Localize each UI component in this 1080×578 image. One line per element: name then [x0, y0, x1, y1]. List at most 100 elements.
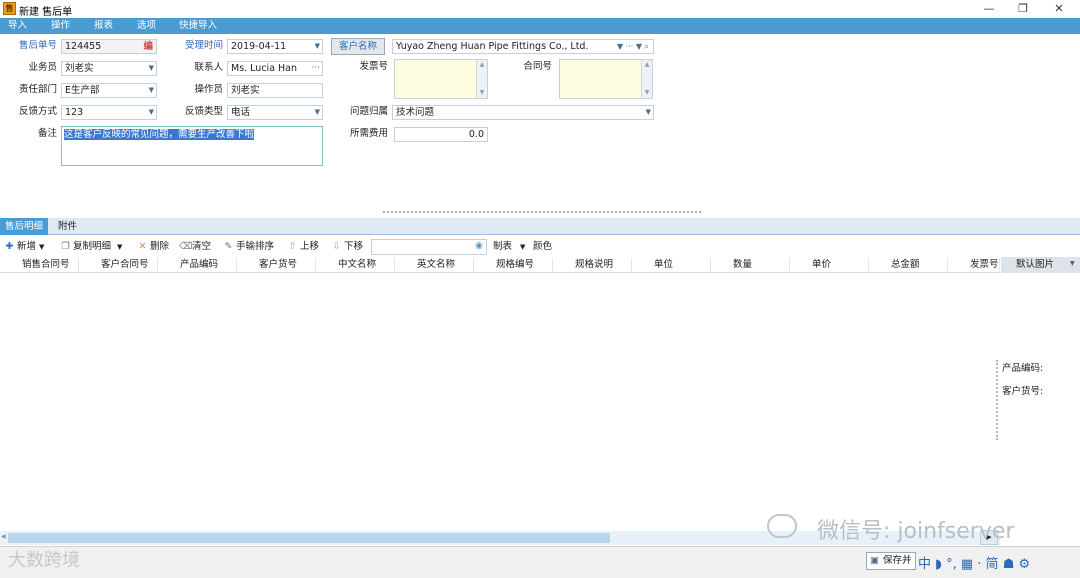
- manual-sort-button[interactable]: ✎ 手输排序: [223, 240, 275, 254]
- title-bar: [0, 0, 1080, 18]
- clear-icon: ⌫: [179, 241, 193, 252]
- feedback-type-label: 反馈类型: [184, 106, 223, 117]
- menu-quick-import[interactable]: 快捷导入: [179, 19, 217, 33]
- col-customer-sku[interactable]: 客户货号: [237, 258, 316, 272]
- side-splitter[interactable]: [996, 360, 998, 440]
- after-sale-no-field[interactable]: 124455 编: [61, 39, 157, 54]
- window-title: 新建 售后单: [19, 7, 73, 18]
- accept-time-field[interactable]: 2019-04-11 ▼: [227, 39, 323, 54]
- remark-textarea[interactable]: 这是客户反映的常见问题，需要生产改善下啦: [61, 126, 323, 166]
- feedback-way-field[interactable]: 123 ▼: [61, 105, 157, 120]
- minimize-button[interactable]: —: [974, 1, 1004, 16]
- accept-time-value: 2019-04-11: [231, 41, 287, 52]
- issue-field[interactable]: 技术问题 ▼: [392, 105, 654, 120]
- customer-actions-icon[interactable]: ▼ ··· ▼ ⌕: [617, 40, 649, 53]
- customer-field[interactable]: Yuyao Zheng Huan Pipe Fittings Co., Ltd.…: [392, 39, 654, 54]
- col-unit[interactable]: 单位: [632, 258, 711, 272]
- chevron-down-icon[interactable]: ▼: [117, 243, 122, 251]
- chevron-down-icon[interactable]: ▼: [646, 106, 651, 119]
- col-chinese-name[interactable]: 中文名称: [316, 258, 395, 272]
- feedback-type-value: 电话: [231, 107, 251, 118]
- salesman-label: 业务员: [28, 62, 57, 73]
- add-button[interactable]: ✚ 新增 ▼: [4, 240, 45, 254]
- chevron-down-icon[interactable]: ▼: [520, 243, 525, 251]
- accept-time-label: 受理时间: [184, 40, 223, 51]
- chevron-down-icon[interactable]: ▼: [315, 40, 320, 53]
- search-input[interactable]: ◉: [371, 239, 487, 255]
- col-total[interactable]: 总金额: [869, 258, 948, 272]
- tab-details[interactable]: 售后明细: [0, 218, 48, 235]
- customer-name-button[interactable]: 客户名称: [331, 38, 385, 55]
- scrollbar-thumb[interactable]: [8, 533, 610, 543]
- contract-scrollbar[interactable]: ▲ ▼: [641, 60, 652, 98]
- move-up-button[interactable]: ⇧ 上移: [287, 240, 320, 254]
- app-logo-icon: 售: [3, 2, 16, 15]
- col-unit-price[interactable]: 单价: [790, 258, 869, 272]
- cost-field[interactable]: 0.0: [394, 127, 488, 142]
- side-customer-sku: 客户货号:: [1002, 386, 1044, 397]
- col-product-code[interactable]: 产品编码: [158, 258, 237, 272]
- contract-field[interactable]: ▲ ▼: [559, 59, 653, 99]
- delete-label: 删除: [150, 241, 170, 252]
- restore-button[interactable]: ❐: [1008, 1, 1038, 16]
- save-button[interactable]: ▣ 保存并: [866, 552, 916, 570]
- col-spec-desc[interactable]: 规格说明: [553, 258, 632, 272]
- menu-import[interactable]: 导入: [8, 19, 27, 33]
- col-invoice[interactable]: 发票号: [948, 258, 1000, 272]
- col-spec-no[interactable]: 规格编号: [474, 258, 553, 272]
- code-tag[interactable]: 编: [143, 40, 153, 53]
- operator-field[interactable]: 刘老实: [227, 83, 323, 98]
- menu-options[interactable]: 选项: [137, 19, 156, 33]
- remark-label: 备注: [37, 128, 57, 139]
- chevron-down-icon[interactable]: ▼: [149, 62, 154, 75]
- tabulate-label: 制表: [493, 241, 513, 252]
- scroll-left-icon[interactable]: ◀: [1, 533, 6, 540]
- copy-label: 复制明细: [73, 241, 112, 252]
- chevron-down-icon[interactable]: ▼: [315, 106, 320, 119]
- delete-button[interactable]: ✕ 删除: [137, 240, 170, 254]
- menu-operation[interactable]: 操作: [51, 19, 70, 33]
- contact-value: Ms. Lucia Han: [231, 63, 298, 74]
- splitter-handle[interactable]: [383, 211, 701, 215]
- customer-value: Yuyao Zheng Huan Pipe Fittings Co., Ltd.: [396, 41, 589, 52]
- chevron-down-icon[interactable]: ▼: [149, 84, 154, 97]
- salesman-field[interactable]: 刘老实 ▼: [61, 61, 157, 76]
- dept-field[interactable]: E生产部 ▼: [61, 83, 157, 98]
- tabulate-button[interactable]: 制表 ▼: [493, 240, 525, 254]
- invoice-scrollbar[interactable]: ▲ ▼: [476, 60, 487, 98]
- cost-label: 所需费用: [349, 128, 388, 139]
- copy-detail-button[interactable]: ❐ 复制明细 ▼: [60, 240, 122, 254]
- clear-button[interactable]: ⌫清空: [179, 240, 211, 254]
- color-button[interactable]: 颜色: [533, 240, 552, 254]
- contract-label: 合同号: [523, 61, 552, 72]
- chevron-down-icon[interactable]: ▼: [149, 106, 154, 119]
- operator-value: 刘老实: [231, 85, 260, 96]
- col-sales-contract[interactable]: 销售合同号: [0, 258, 79, 272]
- default-image-header[interactable]: 默认图片: [1001, 257, 1080, 273]
- tab-attachments[interactable]: 附件: [58, 218, 77, 235]
- col-english-name[interactable]: 英文名称: [395, 258, 474, 272]
- contact-field[interactable]: Ms. Lucia Han ···: [227, 61, 323, 76]
- move-up-label: 上移: [300, 241, 320, 252]
- more-icon[interactable]: ···: [311, 62, 320, 75]
- feedback-type-field[interactable]: 电话 ▼: [227, 105, 323, 120]
- after-sale-no-value: 124455: [65, 41, 102, 52]
- ime-toolbar[interactable]: 中 ◗ °, ▦ · 简 ☗ ⚙: [918, 553, 1030, 572]
- remark-text: 这是客户反映的常见问题，需要生产改善下啦: [64, 129, 255, 140]
- col-quantity[interactable]: 数量: [711, 258, 790, 272]
- dept-label: 责任部门: [18, 84, 57, 95]
- move-down-button[interactable]: ⇩ 下移: [331, 240, 364, 254]
- chevron-down-icon[interactable]: ▼: [39, 243, 44, 251]
- col-customer-contract[interactable]: 客户合同号: [79, 258, 158, 272]
- after-sale-no-label: 售后单号: [18, 40, 57, 51]
- image-header-arrow-icon[interactable]: ▼: [1070, 260, 1075, 267]
- location-pin-icon[interactable]: ◉: [475, 241, 483, 251]
- invoice-field[interactable]: ▲ ▼: [394, 59, 488, 99]
- issue-label: 问题归属: [349, 106, 388, 117]
- menu-report[interactable]: 报表: [94, 19, 113, 33]
- copy-icon: ❐: [61, 241, 70, 252]
- clear-label: 清空: [192, 241, 212, 252]
- contact-label: 联系人: [194, 62, 223, 73]
- arrow-up-icon: ⇧: [288, 241, 297, 252]
- close-button[interactable]: ✕: [1044, 1, 1074, 16]
